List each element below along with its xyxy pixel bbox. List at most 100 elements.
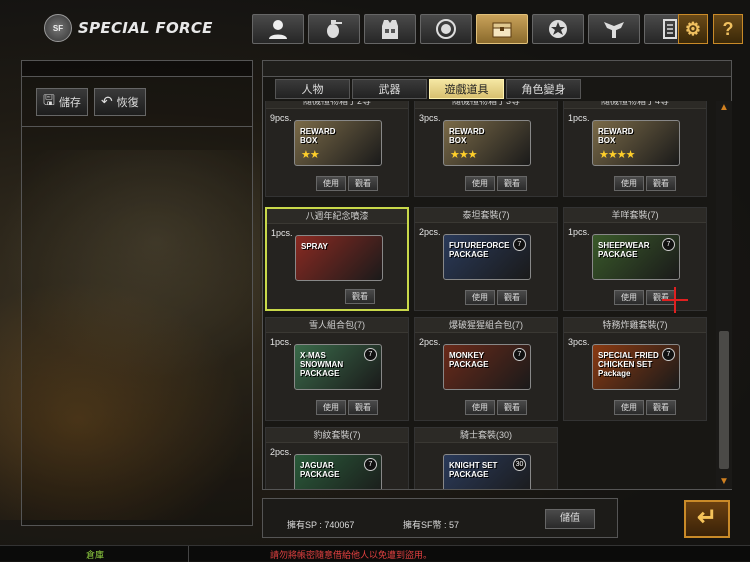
item-card[interactable]: 騎士套裝(30) KNIGHT SET PACKAGE 30: [414, 427, 558, 489]
item-image: MONKEY PACKAGE 7: [443, 344, 531, 390]
game-logo: SF SPECIAL FORCE: [44, 14, 213, 42]
item-quantity: 3pcs.: [568, 337, 590, 347]
scroll-thumb[interactable]: [719, 331, 729, 469]
inventory-tabs: 人物 武器 遊戲道具 角色變身: [275, 79, 581, 99]
use-button[interactable]: 使用: [465, 176, 495, 191]
item-image: SPECIAL FRIED CHICKEN SET Package 7: [592, 344, 680, 390]
top-menu-bar: [252, 14, 696, 44]
chest-icon[interactable]: [476, 14, 528, 44]
item-card[interactable]: 豹紋套裝(7) 2pcs. JAGUAR PACKAGE 7: [265, 427, 409, 489]
item-quantity: 2pcs.: [419, 337, 441, 347]
sf-balance: 擁有SF幣 : 57: [403, 518, 459, 531]
help-button[interactable]: ?: [713, 14, 743, 44]
item-card[interactable]: 隨機禮物箱子3等 3pcs. REWARD BOX ★★★ 使用 觀看: [414, 101, 558, 197]
use-button[interactable]: 使用: [465, 290, 495, 305]
tab-2[interactable]: 遊戲道具: [429, 79, 504, 99]
floppy-disk-icon: 🖫: [43, 91, 55, 108]
duration-badge: 7: [662, 238, 675, 251]
wings-icon[interactable]: [588, 14, 640, 44]
item-image-label: SHEEPWEAR PACKAGE: [598, 241, 650, 259]
item-image-label: JAGUAR PACKAGE: [300, 461, 340, 479]
save-label: 儲存: [58, 96, 81, 109]
item-quantity: 2pcs.: [419, 227, 441, 237]
scroll-up-arrow-icon[interactable]: ▲: [718, 103, 730, 113]
use-button[interactable]: 使用: [614, 400, 644, 415]
item-card[interactable]: 隨機禮物箱子4等 1pcs. REWARD BOX ★★★★ 使用 觀看: [563, 101, 707, 197]
item-actions: 使用 觀看: [465, 290, 527, 305]
item-title: 豹紋套裝(7): [266, 428, 408, 443]
item-star-rating: ★★★★: [599, 149, 635, 161]
item-scrollbar[interactable]: ▲ ▼: [716, 101, 732, 489]
medal-icon[interactable]: [420, 14, 472, 44]
item-card[interactable]: 雪人組合包(7) 1pcs. X-MAS SNOWMAN PACKAGE 7 使用 觀看: [265, 317, 409, 421]
item-image-label: KNIGHT SET PACKAGE: [449, 461, 498, 479]
back-button[interactable]: ↵: [684, 500, 730, 538]
vest-icon[interactable]: [364, 14, 416, 44]
item-quantity: 2pcs.: [270, 447, 292, 457]
item-card[interactable]: 爆破猩猩組合包(7) 2pcs. MONKEY PACKAGE 7 使用 觀看: [414, 317, 558, 421]
item-quantity: 1pcs.: [271, 228, 293, 238]
restore-button[interactable]: ↶ 恢復: [93, 87, 146, 116]
item-title: 隨機禮物箱子4等: [564, 101, 706, 109]
item-actions: 使用 觀看: [316, 176, 378, 191]
item-card[interactable]: 特務炸雞套裝(7) 3pcs. SPECIAL FRIED CHICKEN SET …: [563, 317, 707, 421]
item-quantity: 1pcs.: [568, 113, 590, 123]
use-button[interactable]: 使用: [316, 400, 346, 415]
view-button[interactable]: 觀看: [497, 400, 527, 415]
left-panel-toolbar: 🖫 儲存 ↶ 恢復: [22, 77, 252, 127]
item-actions: 觀看: [345, 289, 375, 304]
logo-emblem-icon: SF: [44, 14, 72, 42]
item-actions: 使用 觀看: [614, 400, 676, 415]
item-card[interactable]: 隨機禮物箱子2等 9pcs. REWARD BOX ★★ 使用 觀看: [265, 101, 409, 197]
view-button[interactable]: 觀看: [646, 176, 676, 191]
sp-value: 740067: [324, 520, 355, 530]
use-button[interactable]: 使用: [614, 290, 644, 305]
item-card[interactable]: 泰坦套裝(7) 2pcs. FUTUREFORCE PACKAGE 7 使用 觀看: [414, 207, 558, 311]
logo-text: SPECIAL FORCE: [78, 19, 213, 37]
tab-0[interactable]: 人物: [275, 79, 350, 99]
item-image: REWARD BOX ★★: [294, 120, 382, 166]
character-icon[interactable]: [252, 14, 304, 44]
grenade-icon[interactable]: [308, 14, 360, 44]
view-button[interactable]: 觀看: [348, 400, 378, 415]
item-image-label: X-MAS SNOWMAN PACKAGE: [300, 351, 344, 378]
item-image: REWARD BOX ★★★: [443, 120, 531, 166]
use-button[interactable]: 使用: [316, 176, 346, 191]
undo-arrow-icon: ↶: [100, 93, 113, 109]
view-button[interactable]: 觀看: [646, 400, 676, 415]
view-button[interactable]: 觀看: [497, 176, 527, 191]
tab-3[interactable]: 角色變身: [506, 79, 581, 99]
save-button[interactable]: 🖫 儲存: [36, 87, 88, 116]
item-title: 隨機禮物箱子2等: [266, 101, 408, 109]
settings-button[interactable]: ⚙: [678, 14, 708, 44]
use-button[interactable]: 使用: [614, 176, 644, 191]
item-image-label: SPRAY: [301, 242, 328, 251]
status-warning: 請勿將帳密隨意借給他人以免遭到盜用。: [270, 550, 433, 560]
item-title: 羊咩套裝(7): [564, 208, 706, 223]
item-quantity: 9pcs.: [270, 113, 292, 123]
item-title: 雪人組合包(7): [266, 318, 408, 333]
view-button[interactable]: 觀看: [497, 290, 527, 305]
item-quantity: 1pcs.: [568, 227, 590, 237]
item-actions: 使用 觀看: [614, 176, 676, 191]
status-divider: [188, 546, 189, 562]
view-button[interactable]: 觀看: [348, 176, 378, 191]
star-emblem-icon[interactable]: [532, 14, 584, 44]
view-button[interactable]: 觀看: [345, 289, 375, 304]
mouse-crosshair-icon: [662, 287, 688, 313]
duration-badge: 7: [513, 348, 526, 361]
item-image: FUTUREFORCE PACKAGE 7: [443, 234, 531, 280]
item-image-label: REWARD BOX: [598, 127, 634, 145]
duration-badge: 7: [364, 348, 377, 361]
item-card[interactable]: 八週年紀念噴漆 1pcs. SPRAY 觀看: [265, 207, 409, 311]
return-arrow-icon: ↵: [696, 504, 718, 531]
item-grid: 隨機禮物箱子2等 9pcs. REWARD BOX ★★ 使用 觀看 隨機禮物箱子3等 3pc…: [265, 101, 715, 489]
scroll-down-arrow-icon[interactable]: ▼: [718, 477, 730, 487]
charge-button[interactable]: 儲值: [545, 509, 595, 529]
item-image: X-MAS SNOWMAN PACKAGE 7: [294, 344, 382, 390]
item-star-rating: ★★: [301, 149, 320, 161]
use-button[interactable]: 使用: [465, 400, 495, 415]
tab-1[interactable]: 武器: [352, 79, 427, 99]
item-image-label: MONKEY PACKAGE: [449, 351, 489, 369]
item-image-label: REWARD BOX: [300, 127, 336, 145]
